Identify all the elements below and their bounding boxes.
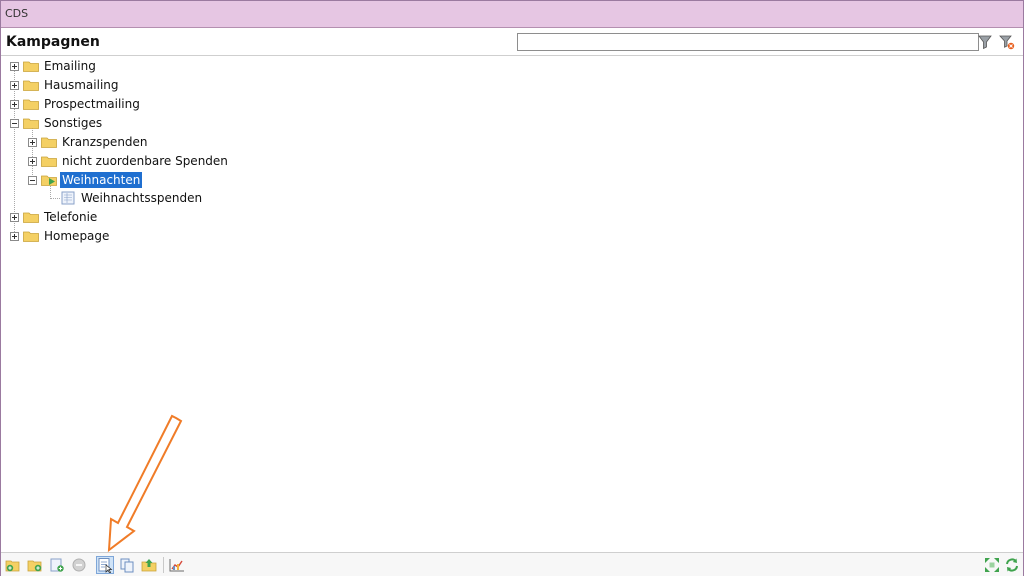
app-window: CDS Kampagnen Emailing Hausmailing Prosp… [0, 0, 1024, 576]
expand-toggle[interactable] [10, 231, 19, 241]
open-folder-icon [41, 175, 57, 186]
folder-icon [23, 231, 39, 242]
document-icon [61, 191, 75, 205]
folder-icon [23, 99, 39, 110]
expand-all-icon[interactable] [983, 556, 1001, 574]
bottom-toolbar [1, 552, 1023, 576]
tree-node-label: Emailing [44, 59, 96, 73]
tree-node-weihnachten[interactable]: Weihnachten [28, 171, 143, 189]
collapse-toggle[interactable] [10, 118, 19, 128]
folder-icon [23, 212, 39, 223]
tree-node-telefonie[interactable]: Telefonie [10, 208, 99, 226]
edit-document-icon[interactable] [96, 556, 114, 574]
tree-node-weihnachtsspenden[interactable]: Weihnachtsspenden [61, 189, 204, 207]
add-folder-icon[interactable] [26, 556, 44, 574]
collapse-toggle[interactable] [28, 175, 37, 185]
folder-icon [23, 118, 39, 129]
tree-line [50, 198, 60, 199]
tree-node-label: Sonstiges [44, 116, 103, 130]
tree-node-label: Hausmailing [44, 78, 119, 92]
tree-node-label: Kranzspenden [62, 135, 148, 149]
tree-node-label: Weihnachtsspenden [81, 191, 203, 205]
tree-node-label: Telefonie [44, 210, 98, 224]
toolbar-separator [163, 557, 164, 573]
folder-icon [23, 80, 39, 91]
tree-node-nicht-zuordenbare-spenden[interactable]: nicht zuordenbare Spenden [28, 152, 230, 170]
delete-icon[interactable] [70, 556, 88, 574]
tree-node-kranzspenden[interactable]: Kranzspenden [28, 133, 150, 151]
tree-node-homepage[interactable]: Homepage [10, 227, 111, 245]
window-title: CDS [5, 7, 29, 20]
expand-toggle[interactable] [10, 61, 19, 71]
expand-toggle[interactable] [28, 137, 37, 147]
statistics-icon[interactable] [168, 556, 186, 574]
copy-icon[interactable] [118, 556, 136, 574]
tree-node-emailing[interactable]: Emailing [10, 57, 98, 75]
folder-icon [23, 61, 39, 72]
tree-node-sonstiges[interactable]: Sonstiges [10, 114, 104, 132]
panel-header: Kampagnen [1, 29, 1023, 56]
campaign-tree: Emailing Hausmailing Prospectmailing Son… [1, 57, 1023, 547]
title-bar: CDS [1, 1, 1023, 28]
tree-node-prospectmailing[interactable]: Prospectmailing [10, 95, 142, 113]
folder-icon [41, 156, 57, 167]
expand-toggle[interactable] [10, 212, 19, 222]
tree-node-label: nicht zuordenbare Spenden [62, 154, 228, 168]
tree-node-label-selected: Weihnachten [60, 172, 143, 188]
expand-toggle[interactable] [28, 156, 37, 166]
expand-toggle[interactable] [10, 80, 19, 90]
panel-title: Kampagnen [6, 34, 100, 50]
tree-node-hausmailing[interactable]: Hausmailing [10, 76, 121, 94]
add-document-icon[interactable] [48, 556, 66, 574]
move-up-folder-icon[interactable] [140, 556, 158, 574]
add-campaign-icon[interactable] [4, 556, 22, 574]
tree-node-label: Prospectmailing [44, 97, 140, 111]
folder-icon [41, 137, 57, 148]
search-input[interactable] [517, 33, 979, 51]
filter-clear-icon[interactable] [999, 34, 1015, 50]
filter-icon[interactable] [977, 34, 993, 50]
tree-node-label: Homepage [44, 229, 110, 243]
expand-toggle[interactable] [10, 99, 19, 109]
refresh-icon[interactable] [1003, 556, 1021, 574]
